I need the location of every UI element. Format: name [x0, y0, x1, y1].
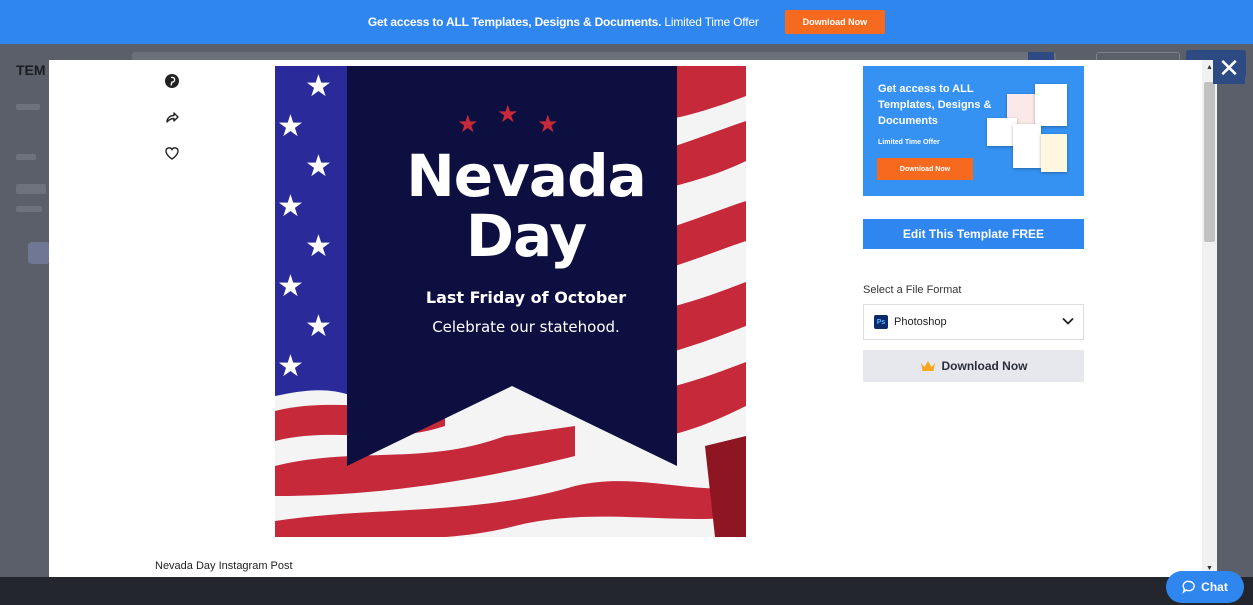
close-modal-button[interactable]: ✕ [1213, 54, 1245, 84]
promo-subtitle: Limited Time Offer [878, 139, 940, 146]
background-text-line [16, 154, 36, 160]
file-format-value: Photoshop [894, 316, 947, 328]
bottom-bar [0, 577, 1253, 605]
chat-button[interactable]: Chat [1166, 571, 1244, 603]
promo-document-thumbnail [1035, 84, 1067, 126]
photoshop-icon: Ps [874, 315, 888, 329]
chat-label: Chat [1201, 580, 1228, 594]
svg-text:★: ★ [277, 189, 304, 224]
template-preview-modal: ★ ★ ★ ★ ★ ★ ★ ★ ★ ★ ★ Nevada Day Last Friday of … [49, 60, 1217, 577]
download-button-label: Download Now [941, 359, 1028, 373]
background-thumbnail [28, 242, 50, 264]
edit-template-button[interactable]: Edit This Template FREE [863, 219, 1084, 249]
file-format-label: Select a File Format [863, 284, 962, 296]
poster-subtitle: Last Friday of October [425, 288, 627, 307]
crown-icon [920, 361, 935, 371]
promo-title: Get access to ALL Templates, Designs & D… [878, 83, 992, 127]
pinterest-icon[interactable] [161, 70, 183, 92]
svg-text:★: ★ [537, 110, 559, 138]
scroll-up-arrow-icon[interactable]: ▲ [1206, 64, 1213, 71]
template-preview-image: ★ ★ ★ ★ ★ ★ ★ ★ ★ ★ ★ Nevada Day Last Friday of … [275, 66, 746, 537]
share-icon[interactable] [161, 106, 183, 128]
banner-download-button[interactable]: Download Now [784, 10, 886, 34]
svg-text:★: ★ [305, 149, 332, 184]
heart-icon[interactable] [161, 142, 183, 164]
template-caption: Nevada Day Instagram Post [155, 560, 293, 572]
scrollbar-thumb[interactable] [1204, 82, 1215, 242]
banner-text: Get access to ALL Templates, Designs & D… [367, 15, 759, 29]
svg-text:★: ★ [277, 109, 304, 144]
background-text-line [16, 206, 42, 212]
svg-text:★: ★ [277, 349, 304, 384]
svg-text:★: ★ [277, 269, 304, 304]
background-text-line [16, 184, 46, 194]
svg-text:★: ★ [497, 100, 519, 128]
promo-document-thumbnail [1041, 134, 1067, 172]
promo-card[interactable]: Get access to ALL Templates, Designs & D… [863, 66, 1084, 196]
promo-banner: Get access to ALL Templates, Designs & D… [0, 0, 1253, 44]
chevron-down-icon [1062, 317, 1074, 325]
promo-download-button[interactable]: Download Now [877, 158, 973, 180]
file-format-select[interactable]: Ps Photoshop [863, 304, 1084, 340]
svg-text:★: ★ [305, 69, 332, 104]
promo-document-thumbnail [1013, 124, 1041, 168]
chat-bubble-icon [1182, 580, 1195, 594]
svg-text:★: ★ [305, 229, 332, 264]
download-button[interactable]: Download Now [863, 350, 1084, 382]
poster-tagline: Celebrate our statehood. [432, 318, 620, 336]
poster-title: Nevada Day [406, 142, 646, 270]
svg-text:★: ★ [305, 309, 332, 344]
background-text-line [16, 104, 40, 110]
background-logo: TEM [16, 62, 46, 78]
svg-text:★: ★ [457, 110, 479, 138]
